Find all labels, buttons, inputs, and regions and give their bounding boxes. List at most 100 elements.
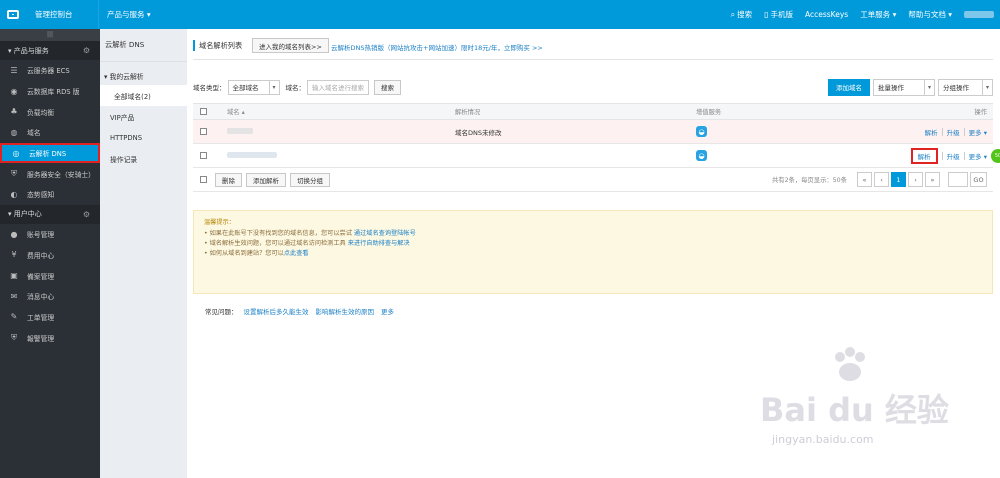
submenu-item-all-domains[interactable]: 全部域名(2) xyxy=(100,85,187,106)
tab-title: 域名解析列表 xyxy=(199,40,243,50)
submenu-item-vip[interactable]: VIP产品 xyxy=(100,106,187,127)
domain-name[interactable] xyxy=(227,151,277,160)
resolve-link[interactable]: 解析 xyxy=(910,147,938,164)
tip-link[interactable]: 来进行自助排查与解决 xyxy=(348,240,410,247)
next-page-button[interactable]: › xyxy=(908,172,923,187)
mobile-link[interactable]: ▯ 手机版 xyxy=(764,9,793,20)
upgrade-link[interactable]: 升级 xyxy=(947,151,960,161)
console-title[interactable]: 管理控制台 xyxy=(35,9,85,20)
sidebar-group-products[interactable]: ▾ 产品与服务 ⚙ xyxy=(0,41,100,60)
sidebar-item-tickets[interactable]: ✎ 工单管理 xyxy=(0,307,100,328)
sidebar-item-ecs[interactable]: ☰ 云服务器 ECS xyxy=(0,60,100,81)
go-button[interactable]: GO xyxy=(970,172,987,187)
promo-link[interactable]: 云解析DNS热销版（网站抗攻击+网站加速）限时18元/年，立即购买 >> xyxy=(331,42,543,52)
add-resolve-button[interactable]: 添加解析 xyxy=(246,172,286,187)
docs-menu[interactable]: 帮助与文档 ▾ xyxy=(908,9,952,20)
tips-panel: 温馨提示： • 如果在此账号下没有找到您的域名信息，您可以尝试 通过域名查询登陆… xyxy=(193,210,993,294)
tip-line: • 如果在此账号下没有找到您的域名信息，您可以尝试 通过域名查询登陆帐号 xyxy=(204,229,982,239)
add-domain-button[interactable]: 添加域名 xyxy=(828,78,870,96)
faq-link[interactable]: 设置解析后多久能生效 xyxy=(244,306,309,316)
sidebar-item-rds[interactable]: ◉ 云数据库 RDS 版 xyxy=(0,81,100,102)
tip-link[interactable]: 通过域名查询登陆帐号 xyxy=(354,230,416,237)
faq-link[interactable]: 影响解析生效的原因 xyxy=(316,306,375,316)
sidebar-item-label: 云数据库 RDS 版 xyxy=(27,88,80,97)
first-page-button[interactable]: « xyxy=(857,172,872,187)
sidebar-item-label: 云服务器 ECS xyxy=(27,67,70,76)
sidebar-item-alerts[interactable]: ⛨ 報警管理 xyxy=(0,327,100,348)
divider xyxy=(98,0,99,29)
domain-name[interactable] xyxy=(227,127,253,136)
blurred-domain xyxy=(227,151,277,158)
col-domain[interactable]: 域名 ▴ xyxy=(227,107,245,116)
chevron-down-icon: ▾ xyxy=(924,79,934,95)
page-jump-input[interactable] xyxy=(948,172,968,187)
globe-icon: ◍ xyxy=(10,127,18,137)
select-all-checkbox[interactable] xyxy=(200,108,207,115)
ticket-menu[interactable]: 工单服务 ▾ xyxy=(860,9,896,20)
accesskeys-link[interactable]: AccessKeys xyxy=(805,10,848,19)
sidebar-item-billing[interactable]: ¥ 费用中心 xyxy=(0,245,100,266)
group-operation-select[interactable]: 分组操作 ▾ xyxy=(938,78,993,96)
sidebar-item-dns[interactable]: ◎ 云解析 DNS xyxy=(0,142,100,164)
search-button[interactable]: 搜索 xyxy=(374,79,401,95)
top-right-menu: ⌕ 搜索 ▯ 手机版 AccessKeys 工单服务 ▾ 帮助与文档 ▾ xyxy=(731,0,1000,29)
gear-icon[interactable]: ⚙ xyxy=(83,46,90,55)
prev-page-button[interactable]: ‹ xyxy=(874,172,889,187)
baidu-watermark: Bai du 经验 jingyan.baidu.com xyxy=(740,345,960,465)
yen-icon: ¥ xyxy=(11,250,17,260)
search-link[interactable]: ⌕ 搜索 xyxy=(731,9,752,20)
tip-link[interactable]: 点此查看 xyxy=(284,250,309,257)
switch-group-button[interactable]: 切换分组 xyxy=(290,172,330,187)
sidebar-item-messages[interactable]: ✉ 消息中心 xyxy=(0,286,100,307)
col-status: 解析情况 xyxy=(455,109,481,116)
submenu-group-my-dns[interactable]: ▾ 我的云解析 xyxy=(100,67,187,85)
dns-shield-icon: ◒ xyxy=(696,150,707,161)
value-added-service[interactable]: ◒ xyxy=(696,126,707,137)
feedback-float-icon[interactable]: 50 xyxy=(991,149,1000,163)
sidebar-item-label: 云解析 DNS xyxy=(29,150,67,159)
gear-icon[interactable]: ⚙ xyxy=(83,210,90,219)
chevron-down-icon: ▾ xyxy=(268,80,279,94)
more-menu[interactable]: 更多 ▾ xyxy=(969,151,987,161)
domain-type-label: 域名类型： xyxy=(193,84,226,92)
shield-icon: ⛨ xyxy=(11,168,17,178)
footer-select-all-checkbox[interactable] xyxy=(200,176,207,183)
aliyun-logo-icon[interactable] xyxy=(3,0,23,29)
domain-type-select[interactable]: 全部域名 ▾ xyxy=(227,79,280,95)
user-icon: ● xyxy=(10,229,18,239)
last-page-button[interactable]: » xyxy=(925,172,940,187)
batch-operation-select[interactable]: 批量操作 ▾ xyxy=(873,78,935,96)
search-placeholder: 输入域名进行搜索 xyxy=(312,84,364,92)
page-number-button[interactable]: 1 xyxy=(891,172,906,187)
divider xyxy=(963,151,965,160)
delete-button[interactable]: 删除 xyxy=(215,172,242,187)
sidebar-item-label: 账号管理 xyxy=(27,231,55,240)
sidebar-item-account[interactable]: ● 账号管理 xyxy=(0,224,100,245)
sidebar-item-domain[interactable]: ◍ 域名 xyxy=(0,122,100,143)
products-menu[interactable]: 产品与服务 ▾ xyxy=(107,9,151,20)
resolve-link[interactable]: 解析 xyxy=(925,127,938,137)
domain-type-value: 全部域名 xyxy=(232,84,259,92)
page-summary: 共有2条，每页显示：50条 xyxy=(772,177,847,184)
search-icon: ⌕ xyxy=(730,9,736,19)
sidebar-item-label: 工单管理 xyxy=(27,313,55,322)
sidebar-item-security[interactable]: ⛨ 服务器安全（安骑士） xyxy=(0,163,100,184)
sidebar-item-situation[interactable]: ◐ 态势感知 xyxy=(0,184,100,205)
sidebar-item-slb[interactable]: ♣ 负载均衡 xyxy=(0,101,100,122)
user-account[interactable] xyxy=(964,11,994,18)
sidebar-group-user[interactable]: ▾ 用户中心 ⚙ xyxy=(0,204,100,224)
submenu-item-logs[interactable]: 操作记录 xyxy=(100,148,187,169)
tab-domain-list[interactable]: 域名解析列表 xyxy=(193,37,242,54)
sidebar-item-filing[interactable]: ▣ 備案管理 xyxy=(0,265,100,286)
search-input[interactable]: 输入域名进行搜索 xyxy=(307,79,369,95)
row-checkbox[interactable] xyxy=(200,128,207,135)
submenu-item-httpdns[interactable]: HTTPDNS xyxy=(100,127,187,148)
faq-more-link[interactable]: 更多 xyxy=(381,306,394,316)
upgrade-link[interactable]: 升级 xyxy=(947,127,960,137)
value-added-service[interactable]: ◒ xyxy=(696,150,707,161)
sidebar-item-label: 域名 xyxy=(27,129,41,138)
sidebar-toggle[interactable]: ||| xyxy=(0,29,100,41)
row-checkbox[interactable] xyxy=(200,152,207,159)
more-menu[interactable]: 更多 ▾ xyxy=(969,127,987,137)
enter-domain-list-button[interactable]: 进入我的域名列表>> xyxy=(252,38,329,53)
